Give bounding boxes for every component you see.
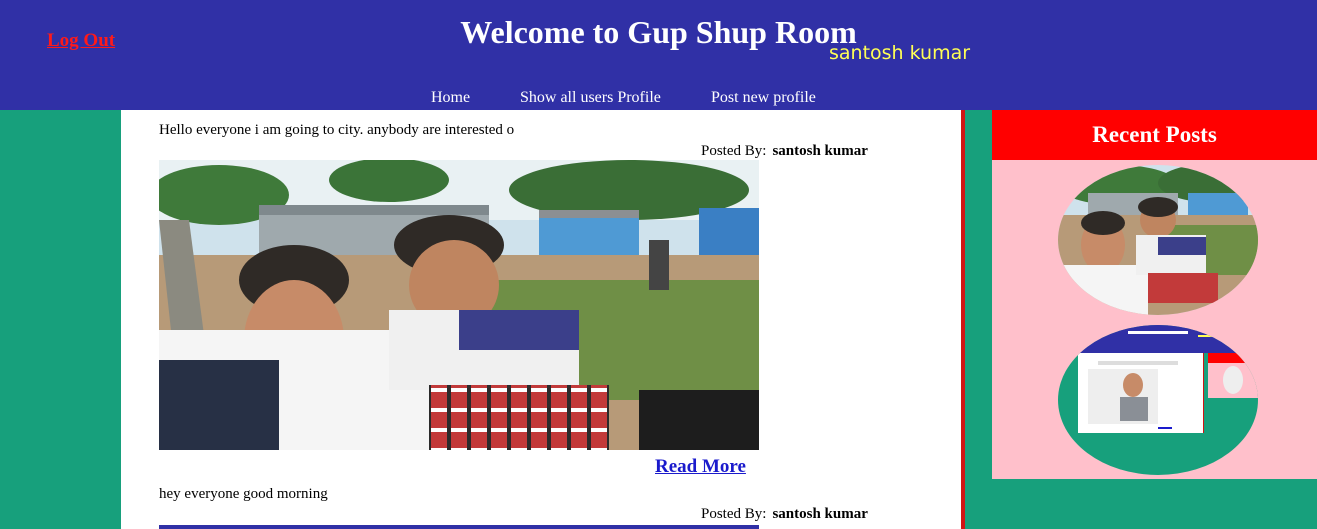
- post-text: hey everyone good morning: [159, 486, 328, 502]
- post-author: santosh kumar: [772, 143, 868, 159]
- site-header: Log Out Welcome to Gup Shup Room santosh…: [0, 0, 1317, 110]
- site-title: Welcome to Gup Shup Room: [460, 14, 857, 50]
- post-text: Hello everyone i am going to city. anybo…: [159, 122, 515, 138]
- column-divider: [961, 110, 965, 529]
- post-author: santosh kumar: [772, 506, 868, 522]
- recent-posts-sidebar: Recent Posts: [992, 110, 1317, 479]
- post-image-top-edge: [159, 525, 759, 529]
- posted-by: Posted By: santosh kumar: [701, 506, 868, 523]
- recent-post-thumbnail[interactable]: [1058, 325, 1258, 475]
- posts-feed: Hello everyone i am going to city. anybo…: [121, 110, 961, 529]
- posted-by-label: Posted By:: [701, 143, 767, 159]
- recent-posts-title: Recent Posts: [992, 110, 1317, 160]
- post-photo: [159, 160, 759, 450]
- posted-by: Posted By: santosh kumar: [701, 143, 868, 160]
- nav-post-new-profile[interactable]: Post new profile: [711, 89, 816, 107]
- posted-by-label: Posted By:: [701, 506, 767, 522]
- main-nav: Home Show all users Profile Post new pro…: [0, 89, 1317, 109]
- nav-home[interactable]: Home: [431, 89, 470, 107]
- current-user-name: santosh kumar: [829, 42, 971, 64]
- nav-show-all-users-profile[interactable]: Show all users Profile: [520, 89, 661, 107]
- recent-post-thumbnail[interactable]: [1058, 165, 1258, 315]
- read-more-link[interactable]: Read More: [655, 456, 746, 478]
